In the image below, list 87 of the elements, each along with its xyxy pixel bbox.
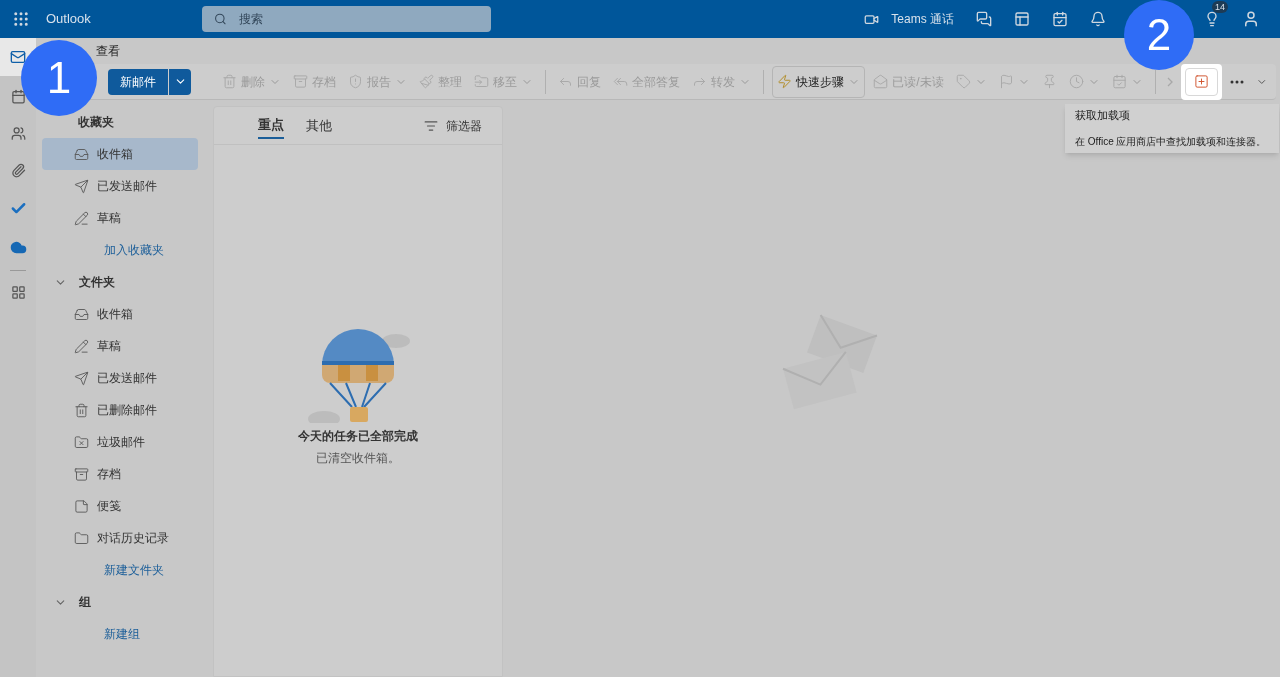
tooltip-description: 在 Office 应用商店中查找加载项和连接器。 xyxy=(1075,135,1268,149)
pencil-icon xyxy=(74,210,89,226)
ribbon-tab[interactable]: 查看 xyxy=(96,38,120,64)
folder-label: 已发送邮件 xyxy=(97,178,157,195)
trash-icon xyxy=(222,74,238,89)
search-icon xyxy=(214,12,227,26)
quicksteps-button[interactable]: 快速步骤 xyxy=(772,65,866,98)
clock-icon xyxy=(1068,74,1084,89)
folder-item[interactable]: 草稿 xyxy=(42,202,198,234)
inbox-icon xyxy=(74,146,89,162)
shield-icon xyxy=(348,74,364,89)
add-ins-button[interactable] xyxy=(1185,67,1219,96)
folder-item[interactable]: 已发送邮件 xyxy=(42,170,198,202)
folder-item[interactable]: 已删除邮件 xyxy=(42,394,198,426)
lightning-icon xyxy=(777,74,793,89)
section-title: 组 xyxy=(78,594,91,611)
folder-item[interactable]: 已发送邮件 xyxy=(42,362,198,394)
cloud-icon[interactable] xyxy=(9,239,27,256)
archive-icon xyxy=(74,466,89,482)
app-launcher-icon[interactable] xyxy=(12,10,30,28)
tooltip-title: 获取加载项 xyxy=(1075,108,1131,123)
step-callout: 1 xyxy=(21,40,97,116)
junk-folder-icon xyxy=(74,434,89,450)
archive-icon xyxy=(293,74,309,89)
section-title: 文件夹 xyxy=(78,274,115,291)
add-link[interactable]: 新建组 xyxy=(104,625,140,643)
folder-label: 已删除邮件 xyxy=(97,402,157,419)
folder-label: 草稿 xyxy=(97,338,121,355)
folder-label: 存档 xyxy=(97,466,121,483)
inbox-tab[interactable]: 其他 xyxy=(306,112,332,139)
more-icon xyxy=(1230,79,1245,84)
folder-label: 便笺 xyxy=(97,498,121,515)
inbox-icon xyxy=(74,306,89,322)
folder-label: 草稿 xyxy=(97,210,121,227)
folder-item[interactable]: 收件箱 xyxy=(42,138,198,170)
folder-label: 垃圾邮件 xyxy=(97,434,145,451)
folder-label: 收件箱 xyxy=(97,146,133,163)
tag-icon xyxy=(955,74,971,89)
empty-subtitle: 已清空收件箱。 xyxy=(316,450,400,467)
folder-item[interactable]: 对话历史记录 xyxy=(42,522,198,554)
folder-item[interactable]: 收件箱 xyxy=(42,298,198,330)
inbox-tab[interactable]: 重点 xyxy=(258,112,284,139)
folder-item[interactable]: 便笺 xyxy=(42,490,198,522)
calendar-icon[interactable] xyxy=(10,89,26,104)
people-icon[interactable] xyxy=(10,126,26,141)
new-mail-button[interactable]: 新邮件 xyxy=(108,68,168,95)
trash-icon xyxy=(74,402,89,418)
rules-icon xyxy=(1111,74,1127,89)
bell-icon[interactable] xyxy=(1090,11,1106,27)
folder-arrow-icon xyxy=(474,74,490,89)
folder-item[interactable]: 存档 xyxy=(42,458,198,490)
section-title: 收藏夹 xyxy=(77,114,114,131)
new-mail-dropdown[interactable] xyxy=(169,68,191,95)
filter-icon xyxy=(424,118,438,133)
folder-icon xyxy=(74,530,89,546)
apps-icon[interactable] xyxy=(10,285,26,300)
app-name: Outlook xyxy=(46,10,92,29)
flag-icon xyxy=(998,74,1014,89)
pin-icon xyxy=(1041,74,1057,89)
send-icon xyxy=(74,178,89,194)
empty-title: 今天的任务已全部完成 xyxy=(298,428,418,445)
lightbulb-icon[interactable] xyxy=(1204,11,1220,27)
add-link[interactable]: 新建文件夹 xyxy=(104,561,164,579)
account-icon[interactable] xyxy=(1242,10,1260,28)
folder-label: 对话历史记录 xyxy=(97,530,169,547)
note-icon xyxy=(74,498,89,514)
brush-icon xyxy=(419,74,435,89)
teams-call-button[interactable]: Teams 通话 xyxy=(891,10,954,28)
folder-label: 已发送邮件 xyxy=(97,370,157,387)
calendar-check-icon[interactable] xyxy=(1052,11,1068,27)
chat-icon[interactable] xyxy=(976,11,992,27)
search-box[interactable]: 搜索 xyxy=(202,6,491,32)
paperclip-icon[interactable] xyxy=(10,163,26,178)
search-field[interactable]: 搜索 xyxy=(238,10,479,28)
panel-icon[interactable] xyxy=(1014,11,1030,27)
chevron-right-icon xyxy=(1167,76,1174,87)
add-link[interactable]: 加入收藏夹 xyxy=(104,241,164,259)
folder-label: 收件箱 xyxy=(97,306,133,323)
folder-item[interactable]: 草稿 xyxy=(42,330,198,362)
filter-button[interactable]: 筛选器 xyxy=(424,116,482,135)
mail-icon[interactable] xyxy=(10,49,26,65)
notification-badge: 14 xyxy=(1212,1,1228,13)
add-ins-icon xyxy=(1194,74,1210,89)
pencil-icon xyxy=(74,338,89,354)
open-envelope-icon xyxy=(873,74,889,89)
folder-item[interactable]: 垃圾邮件 xyxy=(42,426,198,458)
send-icon xyxy=(74,370,89,386)
